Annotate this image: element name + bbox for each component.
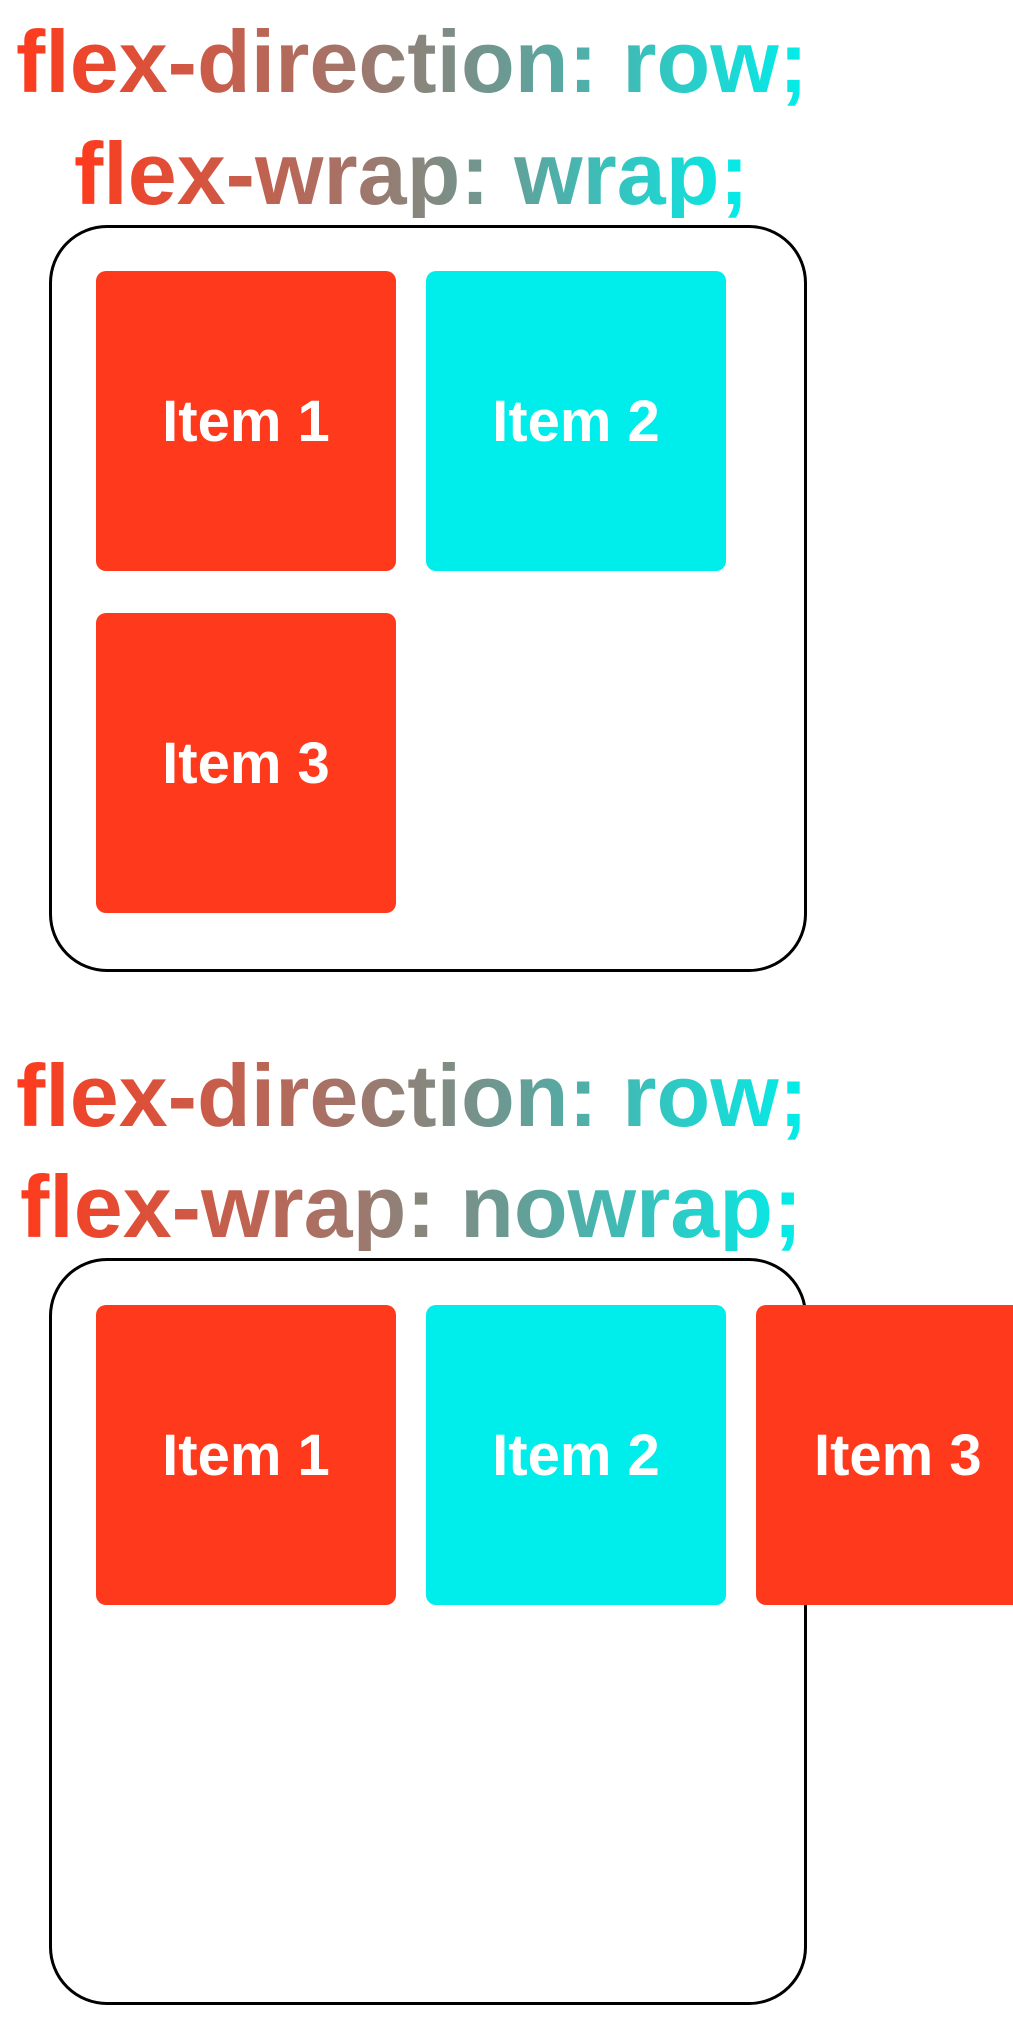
nowrap-item-1-label: Item 1 [162,1422,330,1488]
wrap-item-1-label: Item 1 [162,388,330,454]
wrap-item-3: Item 3 [96,613,396,913]
wrap-item-1: Item 1 [96,271,396,571]
nowrap-example-wrap-heading: flex-wrap: nowrap; [20,1157,803,1256]
wrap-example-direction-heading: flex-direction: row; [16,12,809,111]
wrap-example-wrap-heading: flex-wrap: wrap; [74,124,749,223]
wrap-item-3-label: Item 3 [162,730,330,796]
nowrap-item-1: Item 1 [96,1305,396,1605]
nowrap-item-3-overflowing: Item 3 [756,1305,1013,1605]
nowrap-example-direction-heading: flex-direction: row; [16,1046,809,1145]
wrap-item-2: Item 2 [426,271,726,571]
wrap-item-2-label: Item 2 [492,388,660,454]
nowrap-item-3-label: Item 3 [814,1422,982,1488]
nowrap-item-2: Item 2 [426,1305,726,1605]
nowrap-item-2-label: Item 2 [492,1422,660,1488]
